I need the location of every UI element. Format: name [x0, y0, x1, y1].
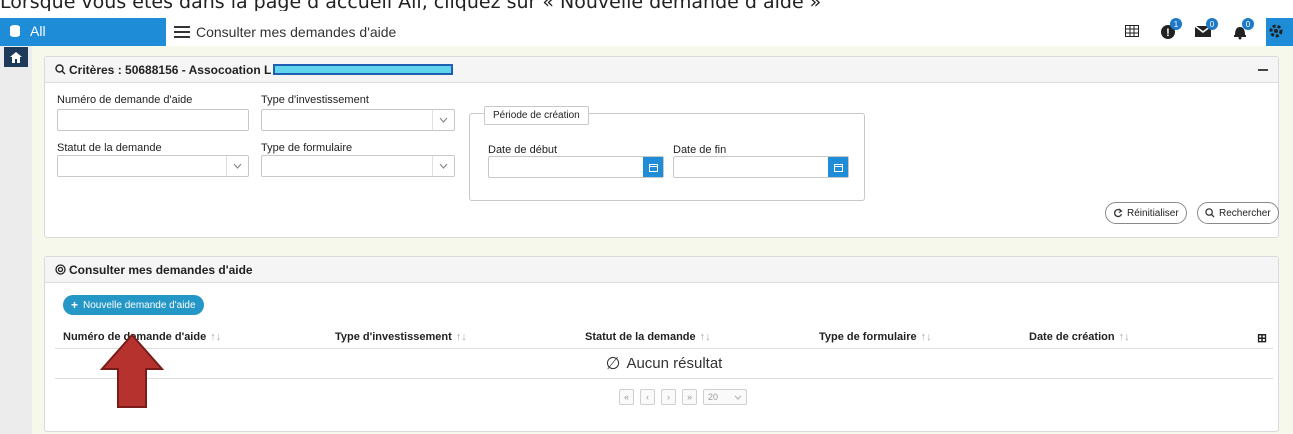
svg-text:!: !: [1166, 27, 1170, 39]
new-request-label: Nouvelle demande d'aide: [83, 299, 196, 311]
calendar-icon[interactable]: [643, 157, 663, 177]
app-switcher[interactable]: All: [8, 23, 46, 39]
col-type-invest[interactable]: Type d'investissement ↑↓: [335, 331, 467, 343]
chevron-down-icon: [432, 156, 454, 176]
columns-toggle-icon[interactable]: ⊞: [1257, 331, 1267, 345]
mail-icon[interactable]: 0: [1193, 18, 1218, 42]
numero-label: Numéro de demande d'aide: [57, 94, 193, 106]
last-page-button[interactable]: »: [682, 389, 697, 405]
page-size-select[interactable]: 20: [703, 389, 747, 405]
empty-text: Aucun résultat: [626, 355, 723, 372]
col-statut-label: Statut de la demande: [585, 331, 696, 343]
grid-icon[interactable]: [1121, 20, 1143, 42]
chevron-down-icon: [226, 156, 248, 176]
search-icon: [1205, 208, 1215, 218]
table-header: Numéro de demande d'aide ↑↓ Type d'invest…: [55, 325, 1273, 349]
reset-label: Réinitialiser: [1127, 207, 1179, 219]
col-date[interactable]: Date de création ↑↓: [1029, 331, 1130, 343]
info-badge: 1: [1170, 18, 1182, 30]
empty-row: ∅ Aucun résultat: [55, 349, 1273, 379]
top-bar: All Consulter mes demandes d'aide ! 1 0 …: [0, 18, 1293, 46]
info-icon[interactable]: ! 1: [1157, 18, 1182, 42]
date-debut-label: Date de début: [488, 144, 558, 156]
first-page-button[interactable]: «: [619, 389, 634, 405]
criteria-header[interactable]: Critères : 50688156 - Assocoation L: [45, 57, 1278, 83]
annotation-arrow-icon: [99, 333, 165, 408]
search-icon: [55, 64, 66, 75]
database-icon: [10, 25, 20, 37]
periode-legend: Période de création: [484, 106, 589, 125]
bell-badge: 0: [1242, 18, 1254, 30]
app-label: All: [30, 23, 46, 39]
reset-button[interactable]: Réinitialiser: [1105, 202, 1187, 224]
results-title: Consulter mes demandes d'aide: [69, 262, 253, 277]
home-icon[interactable]: [4, 47, 28, 67]
sort-icon: ↑↓: [1118, 331, 1130, 343]
col-type-form[interactable]: Type de formulaire ↑↓: [819, 331, 932, 343]
col-date-label: Date de création: [1029, 331, 1115, 343]
chevron-down-icon: [432, 110, 454, 130]
refresh-icon: [1114, 208, 1123, 218]
date-debut-input[interactable]: [488, 156, 664, 178]
at-icon: [55, 264, 66, 275]
col-statut[interactable]: Statut de la demande ↑↓: [585, 331, 711, 343]
col-type-form-label: Type de formulaire: [819, 331, 917, 343]
type-invest-select[interactable]: [261, 109, 455, 131]
new-request-button[interactable]: + Nouvelle demande d'aide: [63, 295, 204, 315]
search-label: Rechercher: [1219, 207, 1271, 219]
calendar-icon[interactable]: [828, 157, 848, 177]
numero-input[interactable]: [57, 109, 249, 131]
plus-icon: +: [71, 298, 79, 312]
sort-icon: ↑↓: [699, 331, 711, 343]
chevron-down-icon: [734, 395, 742, 400]
page-title: Consulter mes demandes d'aide: [196, 24, 397, 40]
periode-fieldset: Période de création Date de début Date d…: [469, 106, 865, 201]
gear-icon[interactable]: [1265, 20, 1287, 42]
redaction-highlight: [273, 64, 454, 75]
statut-label: Statut de la demande: [57, 142, 162, 154]
criteria-title: Critères : 50688156 - Assocoation L: [69, 62, 272, 77]
date-fin-input[interactable]: [673, 156, 849, 178]
empty-set-icon: ∅: [605, 353, 621, 373]
type-form-label: Type de formulaire: [261, 142, 353, 154]
results-panel: Consulter mes demandes d'aide + Nouvelle…: [44, 256, 1279, 432]
sort-icon: ↑↓: [920, 331, 932, 343]
instruction-caption: Lorsque vous êtes dans la page d’accueil…: [0, 0, 822, 11]
pagination: « ‹ › » 20: [619, 389, 747, 405]
bell-icon[interactable]: 0: [1229, 18, 1254, 42]
criteria-panel: Critères : 50688156 - Assocoation L Numé…: [44, 56, 1279, 238]
left-rail: [0, 46, 32, 434]
col-type-invest-label: Type d'investissement: [335, 331, 452, 343]
type-invest-label: Type d'investissement: [261, 94, 369, 106]
page-size-value: 20: [708, 392, 719, 402]
statut-select[interactable]: [57, 155, 249, 177]
results-header: Consulter mes demandes d'aide: [45, 257, 1278, 283]
top-right-icons: ! 1 0 0: [1121, 18, 1287, 42]
search-button[interactable]: Rechercher: [1197, 202, 1279, 224]
sort-icon: ↑↓: [210, 331, 222, 343]
next-page-button[interactable]: ›: [661, 389, 676, 405]
prev-page-button[interactable]: ‹: [640, 389, 655, 405]
mail-badge: 0: [1206, 18, 1218, 30]
sort-icon: ↑↓: [455, 331, 467, 343]
menu-icon[interactable]: [174, 26, 190, 38]
collapse-icon[interactable]: [1258, 69, 1268, 71]
date-fin-label: Date de fin: [673, 144, 727, 156]
title-area: Consulter mes demandes d'aide: [166, 18, 1266, 46]
main-content: Critères : 50688156 - Assocoation L Numé…: [32, 46, 1293, 434]
type-form-select[interactable]: [261, 155, 455, 177]
